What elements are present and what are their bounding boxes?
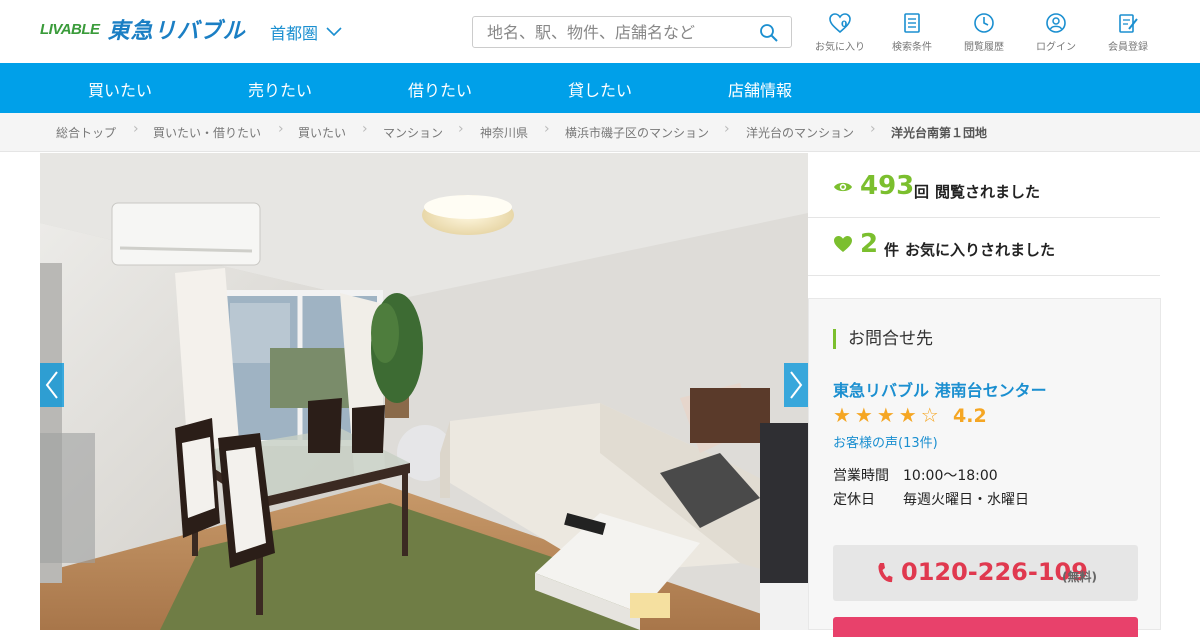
header-nav-label: お気に入り (815, 42, 865, 53)
contact-panel: お問合せ先 東急リバブル 港南台センター ★★★★☆ 4.2 お客様の声(13件… (808, 298, 1161, 637)
breadcrumb-item[interactable]: 神奈川県 (480, 124, 528, 141)
main-nav: 買いたい 売りたい 借りたい 貸したい 店舗情報 (0, 63, 1200, 113)
header-nav-search-conditions[interactable]: 検索条件 (877, 12, 947, 53)
property-photo (40, 153, 808, 630)
business-hours-label: 営業時間 (833, 468, 889, 484)
user-icon (1046, 13, 1066, 33)
header-nav-register[interactable]: 会員登録 (1093, 12, 1163, 53)
chevron-left-icon (45, 371, 58, 399)
regular-holiday: 定休日 毎週火曜日・水曜日 (833, 489, 1029, 509)
main-nav-rent[interactable]: 借りたい (408, 77, 472, 101)
search-box (472, 16, 792, 48)
favorites-count: 0 (841, 20, 847, 30)
logo-mark: LIVABLE (40, 20, 100, 38)
breadcrumb-separator: › (278, 121, 284, 137)
header-nav-label: 検索条件 (892, 42, 932, 53)
breadcrumb-item[interactable]: 横浜市磯子区のマンション (565, 124, 709, 141)
holiday-label: 定休日 (833, 492, 875, 508)
pen-icon (1119, 14, 1138, 33)
header-nav-label: 会員登録 (1108, 42, 1148, 53)
phone-number: 0120-226-109 (901, 558, 1088, 586)
rating-value: 4.2 (953, 405, 987, 427)
main-nav-lease[interactable]: 貸したい (568, 77, 632, 101)
main-nav-sell[interactable]: 売りたい (248, 77, 312, 101)
breadcrumb-separator: › (724, 121, 730, 137)
photo-prev-button[interactable] (40, 363, 64, 407)
business-hours-value: 10:00～18:00 (903, 468, 998, 484)
view-count: 493 (860, 171, 915, 201)
contact-title: お問合せ先 (833, 329, 933, 349)
favorite-count-unit: 件 (884, 241, 900, 259)
site-logo[interactable]: LIVABLE 東急リバブル (40, 16, 246, 44)
region-selector[interactable]: 首都圏 (270, 20, 342, 44)
clock-icon (974, 13, 994, 33)
header-nav-login[interactable]: ログイン (1021, 12, 1091, 53)
header-nav-favorites[interactable]: 0 お気に入り (805, 12, 875, 53)
eye-icon (834, 182, 852, 192)
breadcrumb-item[interactable]: 洋光台のマンション (746, 124, 854, 141)
breadcrumb-separator: › (544, 121, 550, 137)
document-icon (904, 13, 920, 33)
chevron-right-icon (790, 371, 803, 399)
search-input[interactable] (473, 17, 743, 47)
phone-button[interactable]: 0120-226-109 (無料) (833, 545, 1138, 601)
breadcrumb: 総合トップ › 買いたい・借りたい › 買いたい › マンション › 神奈川県 … (0, 113, 1200, 152)
holiday-value: 毎週火曜日・水曜日 (903, 492, 1029, 508)
favorite-count-stat: 2 件 お気に入りされました (808, 218, 1160, 276)
breadcrumb-item[interactable]: 総合トップ (56, 124, 116, 141)
phone-icon (878, 563, 893, 583)
header-nav-label: 閲覧履歴 (964, 42, 1004, 53)
breadcrumb-item[interactable]: 買いたい・借りたい (153, 124, 261, 141)
business-hours: 営業時間 10:00～18:00 (833, 465, 998, 485)
breadcrumb-separator: › (362, 121, 368, 137)
view-count-unit: 回 (914, 183, 930, 201)
logo-text: 東急リバブル (107, 19, 246, 44)
breadcrumb-item[interactable]: マンション (383, 124, 443, 141)
store-name-link[interactable]: 東急リバブル 港南台センター (833, 377, 1047, 401)
breadcrumb-separator: › (870, 121, 876, 137)
room-photo-illustration (40, 153, 808, 630)
phone-free-note: (無料) (1062, 570, 1097, 584)
heart-filled-icon (834, 236, 852, 252)
search-icon[interactable] (759, 23, 779, 43)
inquiry-button[interactable] (833, 617, 1138, 637)
region-label: 首都圏 (270, 24, 319, 43)
heart-icon: 0 (829, 13, 851, 34)
photo-next-button[interactable] (784, 363, 808, 407)
breadcrumb-current: 洋光台南第１団地 (891, 126, 988, 140)
favorite-count: 2 (860, 229, 879, 259)
rating-stars: ★★★★☆ (833, 403, 943, 427)
header-nav-label: ログイン (1036, 42, 1076, 53)
site-header: LIVABLE 東急リバブル 首都圏 0 お気に入り 検索条件 (0, 0, 1200, 63)
main-nav-buy[interactable]: 買いたい (88, 77, 152, 101)
chevron-down-icon (326, 27, 342, 37)
main-nav-stores[interactable]: 店舗情報 (728, 77, 792, 101)
breadcrumb-separator: › (133, 121, 139, 137)
breadcrumb-separator: › (458, 121, 464, 137)
header-nav-history[interactable]: 閲覧履歴 (949, 12, 1019, 53)
breadcrumb-item[interactable]: 買いたい (298, 124, 346, 141)
customer-voices-link[interactable]: お客様の声(13件) (833, 432, 938, 451)
view-count-stat: 493 回 閲覧されました (808, 160, 1160, 218)
favorite-count-label: お気に入りされました (905, 241, 1056, 259)
view-count-label: 閲覧されました (935, 183, 1041, 201)
